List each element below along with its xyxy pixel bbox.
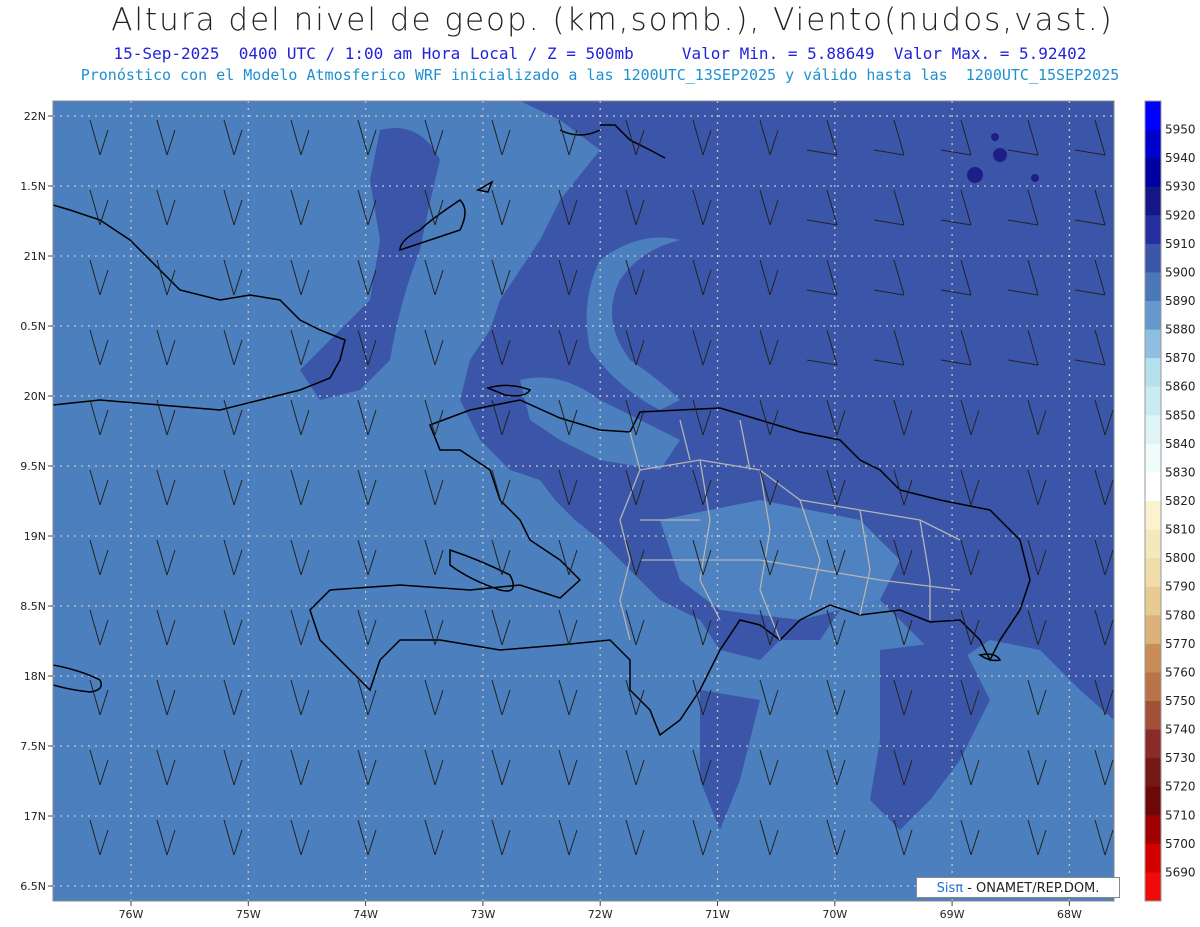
colorbar-label: 5930 <box>1165 180 1196 194</box>
colorbar-swatch <box>1145 701 1161 731</box>
colorbar-label: 5830 <box>1165 465 1196 479</box>
colorbar-swatch <box>1145 786 1161 816</box>
colorbar-label: 5920 <box>1165 208 1196 222</box>
colorbar-swatch <box>1145 586 1161 616</box>
colorbar-label: 5750 <box>1165 694 1196 708</box>
colorbar-swatch <box>1145 101 1161 131</box>
lon-label: 75W <box>236 908 261 921</box>
colorbar-label: 5780 <box>1165 608 1196 622</box>
colorbar-label: 5710 <box>1165 808 1196 822</box>
colorbar-label: 5880 <box>1165 323 1196 337</box>
colorbar-swatch <box>1145 843 1161 873</box>
colorbar-label: 5770 <box>1165 637 1196 651</box>
colorbar-swatch <box>1145 758 1161 788</box>
colorbar-label: 5800 <box>1165 551 1196 565</box>
dark-spot <box>991 133 999 141</box>
colorbar-label: 5870 <box>1165 351 1196 365</box>
lon-label: 68W <box>1057 908 1082 921</box>
geopotential-map: 22N 1.5N 21N 0.5N 20N 9.5N 19N 8.5N 18N 7.5N 17N 6.… <box>20 100 1196 921</box>
colorbar-label: 5850 <box>1165 408 1196 422</box>
colorbar-swatch <box>1145 386 1161 416</box>
colorbar-swatch <box>1145 472 1161 502</box>
map-title: Altura del nivel de geop. (km,somb.), Vi… <box>111 2 1114 38</box>
lon-label: 71W <box>705 908 730 921</box>
colorbar-swatch <box>1145 158 1161 188</box>
colorbar-swatch <box>1145 501 1161 531</box>
lat-label: 22N <box>24 110 46 123</box>
lat-label: 19N <box>24 530 46 543</box>
colorbar-label: 5900 <box>1165 265 1196 279</box>
colorbar-swatch <box>1145 872 1161 902</box>
lon-label: 73W <box>470 908 495 921</box>
colorbar-swatch <box>1145 415 1161 445</box>
colorbar-swatch <box>1145 301 1161 331</box>
colorbar-label: 5940 <box>1165 151 1196 165</box>
colorbar-swatch <box>1145 643 1161 673</box>
credit-text: - ONAMET/REP.DOM. <box>963 881 1100 896</box>
colorbar-label: 5820 <box>1165 494 1196 508</box>
lon-label: 72W <box>588 908 613 921</box>
credit-brand: Sisπ <box>936 881 964 896</box>
colorbar-swatch <box>1145 815 1161 845</box>
dark-spot <box>1031 174 1039 182</box>
lat-label: 7.5N <box>20 740 46 753</box>
lon-label: 70W <box>822 908 847 921</box>
lat-label: 9.5N <box>20 460 46 473</box>
forecast-time-subtitle: 15-Sep-2025 0400 UTC / 1:00 am Hora Loca… <box>113 44 1087 63</box>
jamaica-west <box>53 639 54 640</box>
dark-spot <box>993 148 1007 162</box>
colorbar-label: 5810 <box>1165 523 1196 537</box>
colorbar-label: 5760 <box>1165 665 1196 679</box>
lat-label: 18N <box>24 670 46 683</box>
colorbar-label: 5890 <box>1165 294 1196 308</box>
colorbar-label: 5950 <box>1165 123 1196 137</box>
latitude-axis: 22N 1.5N 21N 0.5N 20N 9.5N 19N 8.5N 18N 7.5N 17N 6.… <box>20 110 53 893</box>
lon-label: 69W <box>940 908 965 921</box>
colorbar-label: 5690 <box>1165 865 1196 879</box>
colorbar-swatch <box>1145 129 1161 159</box>
colorbar-swatch <box>1145 329 1161 359</box>
colorbar-swatch <box>1145 186 1161 216</box>
colorbar-swatch <box>1145 672 1161 702</box>
colorbar-swatch <box>1145 272 1161 302</box>
colorbar-swatch <box>1145 529 1161 559</box>
colorbar: 5950 5940 5930 5920 5910 5900 5890 5880 5870 5860… <box>1144 100 1196 902</box>
colorbar-label: 5740 <box>1165 723 1196 737</box>
credit-box: Sisπ - ONAMET/REP.DOM. <box>916 877 1120 898</box>
model-info-subtitle: Pronóstico con el Modelo Atmosferico WRF… <box>80 66 1120 84</box>
colorbar-label: 5910 <box>1165 237 1196 251</box>
colorbar-label: 5730 <box>1165 751 1196 765</box>
lon-label: 76W <box>119 908 144 921</box>
colorbar-swatch <box>1145 443 1161 473</box>
lat-label: 1.5N <box>20 180 46 193</box>
colorbar-swatch <box>1145 729 1161 759</box>
colorbar-swatch <box>1145 358 1161 388</box>
lat-label: 17N <box>24 810 46 823</box>
lat-label: 20N <box>24 390 46 403</box>
longitude-axis: 76W 75W 74W 73W 72W 71W 70W 69W 68W <box>119 901 1082 921</box>
dark-spot <box>967 167 983 183</box>
colorbar-swatch <box>1145 243 1161 273</box>
lat-label: 0.5N <box>20 320 46 333</box>
colorbar-label: 5720 <box>1165 780 1196 794</box>
colorbar-swatch <box>1145 615 1161 645</box>
colorbar-swatch <box>1145 558 1161 588</box>
lat-label: 21N <box>24 250 46 263</box>
colorbar-label: 5840 <box>1165 437 1196 451</box>
lon-label: 74W <box>353 908 378 921</box>
colorbar-swatch <box>1145 215 1161 245</box>
colorbar-label: 5790 <box>1165 580 1196 594</box>
lat-label: 6.5N <box>20 880 46 893</box>
colorbar-label: 5860 <box>1165 380 1196 394</box>
lat-label: 8.5N <box>20 600 46 613</box>
colorbar-label: 5700 <box>1165 837 1196 851</box>
